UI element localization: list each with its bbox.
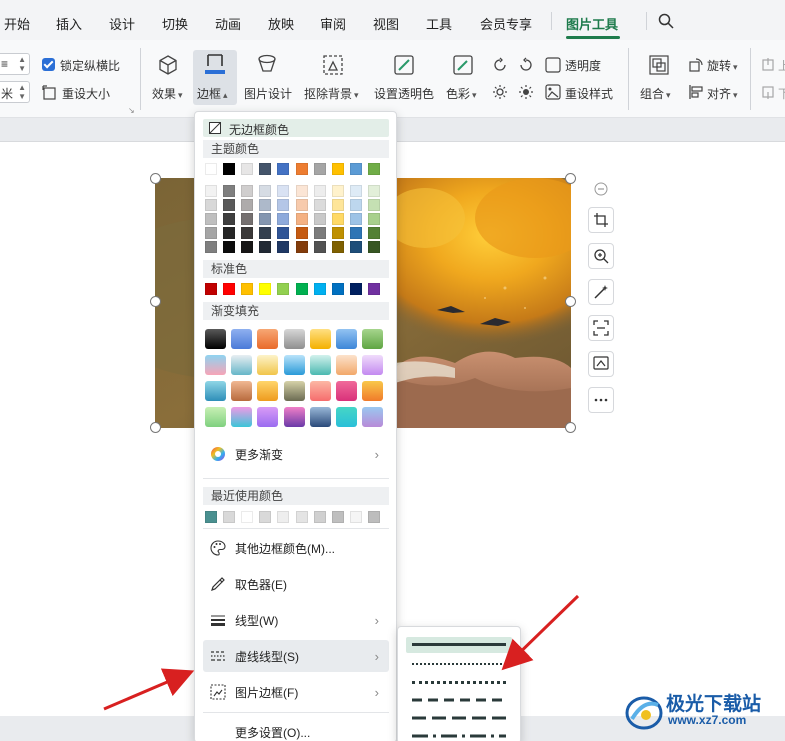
- watermark: 极光下载站 www.xz7.com: [624, 689, 784, 735]
- annotation-arrow-menu: [103, 668, 195, 711]
- watermark-url: www.xz7.com: [668, 713, 747, 727]
- watermark-brand: 极光下载站: [666, 693, 762, 715]
- annotation-arrows: [103, 594, 580, 711]
- annotation-arrow-submenu: [501, 594, 580, 671]
- watermark-logo: [625, 696, 663, 730]
